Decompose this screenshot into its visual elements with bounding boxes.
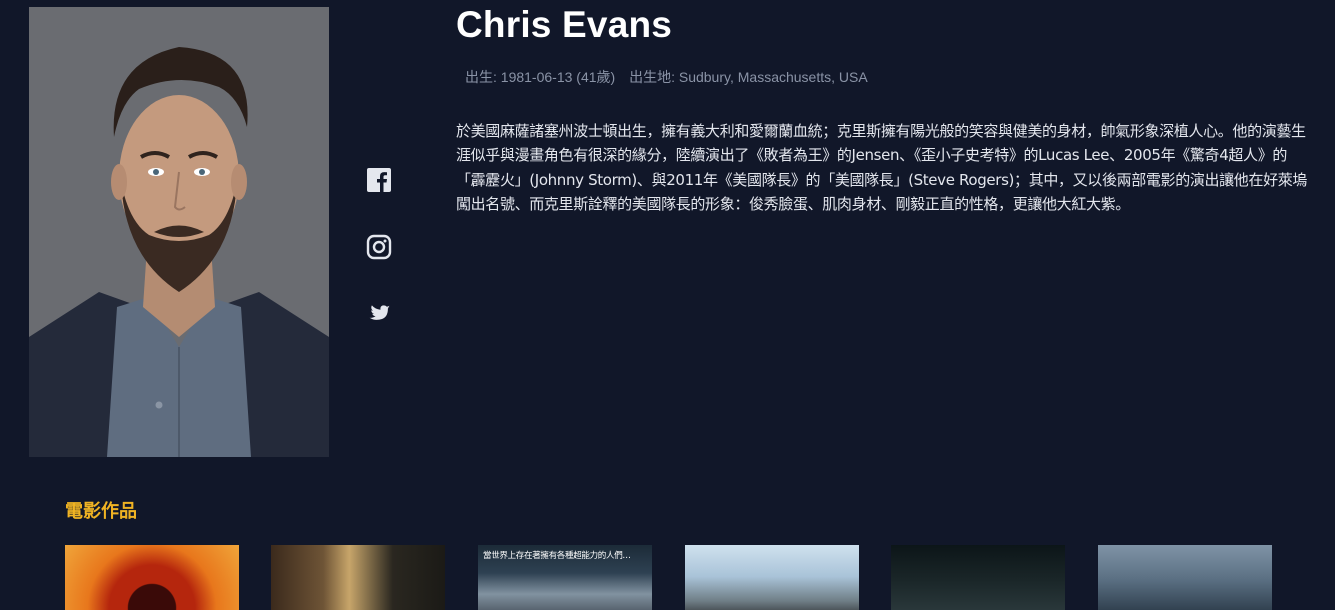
facebook-icon[interactable] bbox=[366, 167, 394, 195]
instagram-icon[interactable] bbox=[366, 234, 394, 262]
actor-detail-page: Chris Evans 出生: 1981-06-13 (41歲) 出生地: Su… bbox=[0, 0, 1335, 610]
actor-name: Chris Evans bbox=[456, 4, 673, 45]
movie-poster[interactable] bbox=[891, 545, 1065, 610]
movie-poster[interactable]: 當世界上存在著擁有各種超能力的人們… bbox=[478, 545, 652, 610]
actor-biography: 於美國麻薩諸塞州波士頓出生，擁有義大利和愛爾蘭血統；克里斯擁有陽光般的笑容與健美… bbox=[456, 122, 1308, 213]
filmography-title: 電影作品 bbox=[65, 501, 137, 522]
movie-poster[interactable] bbox=[1098, 545, 1272, 610]
twitter-icon[interactable] bbox=[366, 301, 394, 329]
actor-meta: 出生: 1981-06-13 (41歲) 出生地: Sudbury, Massa… bbox=[465, 67, 868, 87]
birthplace-info: 出生地: Sudbury, Massachusetts, USA bbox=[629, 69, 868, 85]
poster-tagline: 當世界上存在著擁有各種超能力的人們… bbox=[483, 551, 631, 561]
birth-info: 出生: 1981-06-13 (41歲) bbox=[465, 69, 616, 85]
actor-portrait bbox=[29, 7, 329, 457]
movie-poster[interactable] bbox=[685, 545, 859, 610]
movie-poster[interactable] bbox=[65, 545, 239, 610]
movie-poster[interactable] bbox=[271, 545, 445, 610]
